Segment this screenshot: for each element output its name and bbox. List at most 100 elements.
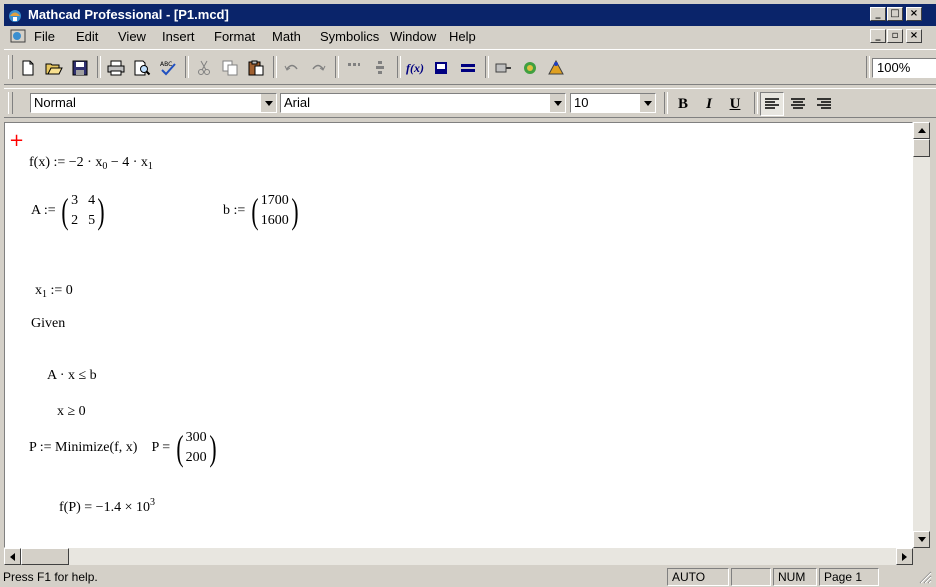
underline-button[interactable]: U: [724, 93, 746, 115]
mathcad-app-icon: [9, 10, 21, 22]
given-keyword[interactable]: Given: [31, 316, 65, 332]
paste-icon[interactable]: [244, 56, 268, 80]
matrix-cell: 200: [185, 450, 207, 465]
resource-center-icon[interactable]: [492, 56, 516, 80]
matrix-cell: 1700: [260, 193, 289, 208]
menu-symbolics[interactable]: Symbolics: [320, 29, 379, 44]
vertical-scroll-thumb[interactable]: [913, 139, 930, 157]
f-def-lhs: f(x) := −2 · x: [29, 155, 103, 170]
toolbar-grip[interactable]: [8, 92, 13, 114]
scroll-left-icon[interactable]: [4, 548, 21, 565]
maximize-window-button[interactable]: □: [887, 7, 903, 21]
menu-window[interactable]: Window: [390, 29, 436, 44]
align-region-icon[interactable]: [368, 56, 392, 80]
insert-function-icon[interactable]: f(x): [404, 56, 428, 80]
align-center-icon[interactable]: [786, 92, 810, 116]
scroll-right-icon[interactable]: [896, 548, 913, 565]
doc-restore-button[interactable]: ▫: [887, 29, 903, 43]
minimize-window-button[interactable]: _: [870, 7, 886, 21]
menu-edit[interactable]: Edit: [76, 29, 98, 44]
function-definition[interactable]: f(x) := −2 · x0 − 4 · x1: [29, 155, 153, 172]
left-paren: (: [176, 428, 184, 468]
new-document-icon[interactable]: [16, 56, 40, 80]
copy-icon[interactable]: [218, 56, 242, 80]
menu-format[interactable]: Format: [214, 29, 255, 44]
font-size-combobox[interactable]: 10: [570, 93, 656, 113]
menu-bar: File Edit View Insert Format Math Symbol…: [4, 26, 936, 46]
component-icon[interactable]: [518, 56, 542, 80]
minimize-call[interactable]: P := Minimize(f, x) P = ( 300 200 ): [29, 430, 219, 466]
constraint-ax-le-b[interactable]: A · x ≤ b: [47, 368, 97, 384]
print-preview-icon[interactable]: [130, 56, 154, 80]
insert-region-icon[interactable]: [342, 56, 366, 80]
horizontal-scrollbar[interactable]: [4, 548, 913, 565]
vector-b-definition[interactable]: b := ( 1700 1600 ): [223, 193, 301, 229]
chevron-down-icon[interactable]: [639, 94, 655, 112]
status-calc-mode: AUTO: [667, 568, 729, 586]
status-caps-indicator: [731, 568, 771, 586]
status-bar: Press F1 for help. AUTO NUM Page 1: [0, 567, 936, 587]
formatting-toolbar: Normal Arial 10 B I U: [4, 88, 936, 118]
spell-check-icon[interactable]: ABC: [156, 56, 180, 80]
save-icon[interactable]: [68, 56, 92, 80]
italic-button[interactable]: I: [698, 93, 720, 115]
matrix-cell: 300: [185, 430, 207, 445]
print-icon[interactable]: [104, 56, 128, 80]
toolbar-separator: [664, 92, 668, 114]
menu-file[interactable]: File: [34, 29, 55, 44]
font-combobox[interactable]: Arial: [280, 93, 566, 113]
toolbar-separator: [273, 56, 277, 78]
mathcad-window: Mathcad Professional - [P1.mcd] _ □ × Fi…: [0, 0, 936, 587]
p-result-lhs: P =: [151, 440, 171, 455]
vertical-scrollbar[interactable]: [913, 122, 930, 548]
toolbar-separator: [485, 56, 489, 78]
matrix-a-definition[interactable]: A := ( 3 4 2 5 ): [31, 193, 107, 229]
align-left-icon[interactable]: [760, 92, 784, 116]
horizontal-scroll-thumb[interactable]: [21, 548, 69, 565]
matrix-a: 3 4 2 5: [71, 193, 95, 229]
component-wizard-icon[interactable]: [544, 56, 568, 80]
close-window-button[interactable]: ×: [906, 7, 922, 21]
bold-button[interactable]: B: [672, 93, 694, 115]
vector-b: 1700 1600: [261, 193, 289, 229]
menu-insert[interactable]: Insert: [162, 29, 195, 44]
minimize-expression: P := Minimize(f, x): [29, 440, 138, 455]
resize-grip-icon[interactable]: [918, 570, 932, 584]
style-combobox[interactable]: Normal: [30, 93, 277, 113]
constraint-x-ge-0[interactable]: x ≥ 0: [57, 404, 86, 420]
calculate-icon[interactable]: [456, 56, 480, 80]
menu-math[interactable]: Math: [272, 29, 301, 44]
cut-icon[interactable]: [192, 56, 216, 80]
left-paren: (: [251, 191, 259, 231]
zoom-combobox[interactable]: 100%: [872, 58, 936, 78]
doc-close-button[interactable]: ×: [906, 29, 922, 43]
status-help-text: Press F1 for help.: [3, 570, 98, 584]
matrix-cell: 1600: [260, 213, 289, 228]
title-bar[interactable]: Mathcad Professional - [P1.mcd] _ □ ×: [4, 4, 936, 26]
undo-icon[interactable]: [280, 56, 304, 80]
right-paren: ): [97, 191, 105, 231]
window-title: Mathcad Professional - [P1.mcd]: [28, 7, 229, 22]
chevron-down-icon[interactable]: [549, 94, 565, 112]
f-of-p-result[interactable]: f(P) = −1.4 × 103: [59, 497, 155, 516]
matrix-cell: 4: [88, 193, 96, 208]
document-icon[interactable]: [10, 28, 26, 44]
b-def-lhs: b :=: [223, 203, 246, 219]
f-def-mid: − 4 · x: [107, 155, 148, 170]
open-folder-icon[interactable]: [42, 56, 66, 80]
menu-view[interactable]: View: [118, 29, 146, 44]
scroll-down-icon[interactable]: [913, 531, 930, 548]
x1-definition[interactable]: x1 := 0: [35, 283, 73, 300]
crosshair-cursor-icon: +: [9, 130, 25, 151]
align-right-icon[interactable]: [812, 92, 836, 116]
x1-rhs: := 0: [47, 283, 73, 298]
menu-help[interactable]: Help: [449, 29, 476, 44]
chevron-down-icon[interactable]: [260, 94, 276, 112]
status-page-indicator: Page 1: [819, 568, 879, 586]
redo-icon[interactable]: [306, 56, 330, 80]
insert-unit-icon[interactable]: [430, 56, 454, 80]
scroll-up-icon[interactable]: [913, 122, 930, 139]
doc-minimize-button[interactable]: _: [870, 29, 886, 43]
toolbar-grip[interactable]: [8, 55, 13, 79]
worksheet[interactable]: + f(x) := −2 · x0 − 4 · x1 A := ( 3 4 2 …: [4, 122, 913, 548]
